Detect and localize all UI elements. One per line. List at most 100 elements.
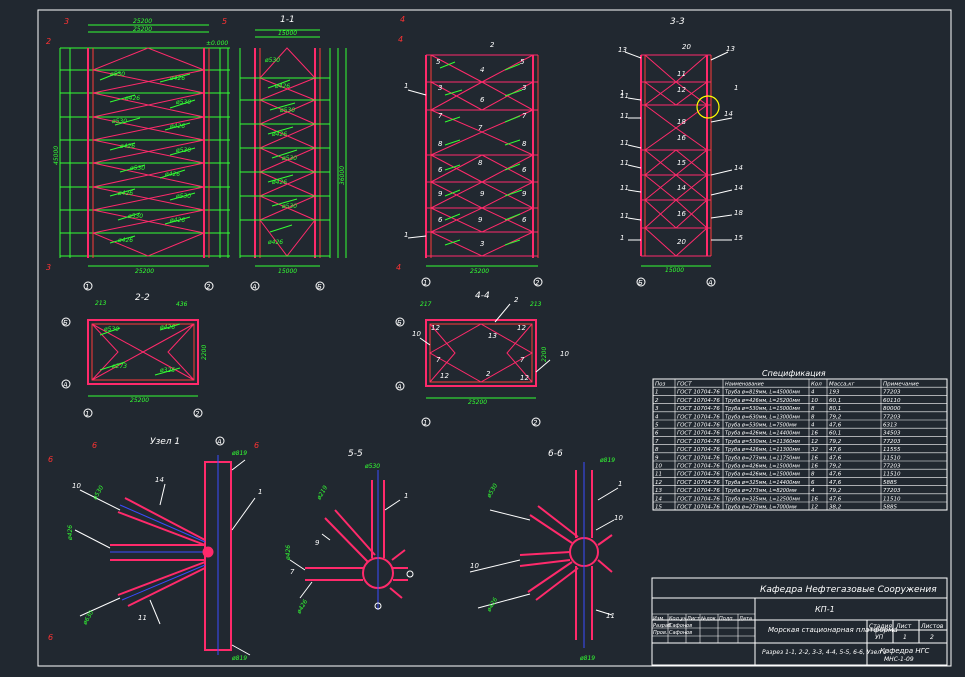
svg-text:20: 20 <box>677 238 686 246</box>
svg-text:ø530: ø530 <box>127 213 143 220</box>
svg-text:ø273: ø273 <box>111 363 127 370</box>
svg-text:5: 5 <box>222 17 227 26</box>
svg-text:6: 6 <box>480 96 485 104</box>
sheet-content: Разрез 1-1, 2-2, 3-3, 4-4, 5-5, 6-6, Узе… <box>762 649 887 656</box>
drawing-sheet: 3 5 2 3 25200 25200 45000 ø530 ø426 ø530… <box>37 9 952 667</box>
spec-cell: Труба ø=530мм, L=11360мм <box>725 439 800 445</box>
svg-text:1: 1 <box>258 488 262 496</box>
svg-text:2200: 2200 <box>541 347 548 362</box>
svg-text:14: 14 <box>724 110 733 118</box>
svg-text:ø530: ø530 <box>485 482 499 500</box>
spec-cell: ГОСТ 10704-76 <box>677 455 720 461</box>
spec-cell: ГОСТ 10704-76 <box>677 439 720 445</box>
svg-text:13: 13 <box>618 46 627 54</box>
svg-text:2: 2 <box>490 41 495 49</box>
svg-text:10: 10 <box>412 330 421 338</box>
svg-text:3: 3 <box>438 84 442 92</box>
plan-view-2-2: 2-2 213 436 ø530 ø426 ø273 ø325 2200 252… <box>61 293 208 418</box>
role-cell: Сафонов <box>669 623 692 629</box>
spec-cell: ГОСТ 10704-76 <box>677 423 720 429</box>
svg-text:36000: 36000 <box>339 166 346 185</box>
spec-cell: 79,2 <box>829 414 842 420</box>
svg-text:213: 213 <box>530 301 542 308</box>
svg-text:ø530: ø530 <box>281 203 297 210</box>
spec-cell: 11510 <box>883 455 901 461</box>
svg-text:ø530: ø530 <box>129 165 145 172</box>
spec-cell: 77203 <box>883 390 901 396</box>
spec-cell: 6313 <box>883 423 897 429</box>
view-title-6-6: 6-6 <box>548 449 563 459</box>
svg-text:13: 13 <box>488 332 497 340</box>
spec-cell: Труба ø=325мм, L=14400мм <box>725 480 800 486</box>
elevation-view-3-3: 3-3 13 1320 111111 121816 111111 1111 15… <box>618 17 743 287</box>
section-view-6-6: 6-6 10 1 10 11 ø819 ø530 ø426 ø819 <box>469 449 623 662</box>
spec-cell: 34503 <box>883 431 901 437</box>
spec-cell: 77203 <box>883 414 901 420</box>
spec-cell: 47,6 <box>829 472 842 478</box>
svg-text:ø426: ø426 <box>169 75 185 82</box>
svg-text:УП: УП <box>875 634 884 641</box>
dept-name: Кафедра НГС <box>880 647 930 655</box>
svg-text:3: 3 <box>480 240 484 248</box>
svg-text:А: А <box>707 279 713 287</box>
spec-cell: 79,2 <box>829 464 842 470</box>
svg-text:ø819: ø819 <box>599 457 615 464</box>
svg-text:2: 2 <box>486 370 491 378</box>
svg-text:7: 7 <box>436 356 441 364</box>
svg-text:12: 12 <box>520 374 529 382</box>
svg-text:11: 11 <box>620 112 629 120</box>
spec-cell: 16 <box>811 455 818 461</box>
spec-cell: 11510 <box>883 472 901 478</box>
spec-cell: 80000 <box>883 406 901 412</box>
svg-text:9: 9 <box>438 190 443 198</box>
spec-cell: 13 <box>655 488 662 494</box>
spec-cell: 79,2 <box>829 488 842 494</box>
spec-cell: ГОСТ 10704-76 <box>677 406 720 412</box>
svg-text:12: 12 <box>440 372 449 380</box>
svg-text:ø819: ø819 <box>231 450 247 457</box>
spec-cell: ГОСТ 10704-76 <box>677 488 720 494</box>
svg-text:А: А <box>251 283 257 291</box>
role-header: №док <box>700 616 716 622</box>
svg-text:ø530: ø530 <box>175 147 191 154</box>
svg-text:6: 6 <box>438 216 443 224</box>
svg-text:217: 217 <box>420 301 432 308</box>
svg-text:ø530: ø530 <box>109 71 125 78</box>
view-title-node: Узел 1 <box>150 437 180 447</box>
spec-cell: 16 <box>811 431 818 437</box>
svg-text:10: 10 <box>560 350 569 358</box>
spec-cell: 2 <box>655 398 659 404</box>
spec-cell: 12 <box>811 505 818 511</box>
spec-cell: 47,6 <box>829 496 842 502</box>
svg-text:ø530: ø530 <box>264 57 280 64</box>
svg-text:ø530: ø530 <box>91 484 105 502</box>
svg-text:ø819: ø819 <box>579 655 595 662</box>
spec-cell: 4 <box>811 488 815 494</box>
spec-cell: 12 <box>655 480 662 486</box>
svg-text:6: 6 <box>254 441 259 450</box>
spec-cell: Труба ø=630мм, L=13000мм <box>725 414 800 420</box>
role-cell: Пров. <box>653 630 668 636</box>
spec-cell: 16 <box>811 464 818 470</box>
svg-text:А: А <box>396 383 402 391</box>
svg-text:8: 8 <box>522 140 527 148</box>
svg-text:14: 14 <box>155 476 164 484</box>
spec-cell: 8 <box>655 447 659 453</box>
spec-cell: ГОСТ 10704-76 <box>677 447 720 453</box>
svg-text:11: 11 <box>620 139 629 147</box>
svg-text:А: А <box>216 438 222 446</box>
svg-text:6: 6 <box>522 166 527 174</box>
spec-cell: 38,2 <box>829 505 842 511</box>
svg-text:1: 1 <box>85 410 89 418</box>
svg-text:ø219: ø219 <box>315 484 329 502</box>
elevation-view-a: 3 5 2 3 25200 25200 45000 ø530 ø426 ø530… <box>46 17 230 291</box>
svg-text:9: 9 <box>478 216 483 224</box>
svg-text:2: 2 <box>535 279 540 287</box>
elevation-view-positions: 4 4 4 25 5 43 3 67 7 78 8 86 6 99 9 96 6… <box>396 15 543 287</box>
svg-text:6: 6 <box>48 455 53 464</box>
svg-text:ø530: ø530 <box>111 118 127 125</box>
spec-cell: 11 <box>655 472 662 478</box>
spec-cell: ГОСТ 10704-76 <box>677 398 720 404</box>
view-title-1-1: 1-1 <box>280 15 295 25</box>
spec-cell: Труба ø=426мм, L=11300мм <box>725 447 800 453</box>
